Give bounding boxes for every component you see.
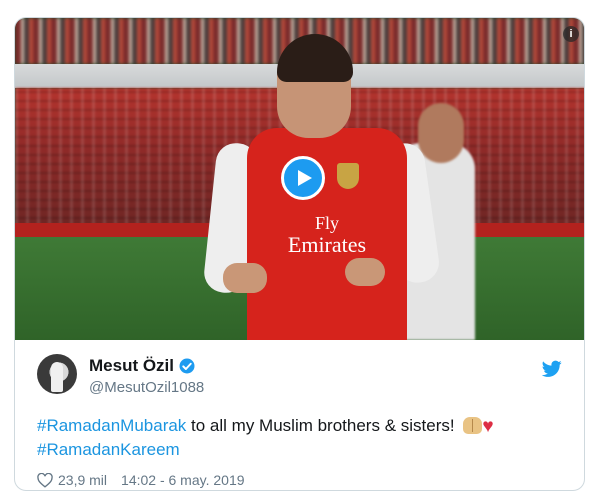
tweet-meta: 23,9 mil 14:02 - 6 may. 2019 — [37, 472, 245, 488]
jersey-sponsor: Fly Emirates — [247, 214, 407, 256]
avatar-figure — [51, 362, 63, 392]
folded-hands-emoji-icon — [463, 417, 483, 434]
hashtag-ramadan-mubarak[interactable]: #RamadanMubarak — [37, 416, 186, 435]
player-left-hand — [223, 263, 267, 293]
video-thumbnail[interactable]: Fly Emirates i — [15, 18, 584, 340]
author-display-name[interactable]: Mesut Özil — [89, 356, 174, 376]
club-crest — [337, 163, 359, 189]
avatar[interactable] — [37, 354, 77, 394]
tweet-body-text: to all my Muslim brothers & sisters! — [186, 416, 460, 435]
player-right-hand — [345, 258, 385, 286]
red-heart-emoji-icon: ♥ — [482, 416, 494, 437]
tweet-author[interactable]: Mesut Özil @MesutOzil1088 — [37, 354, 557, 398]
like-count[interactable]: 23,9 mil — [58, 472, 107, 488]
sponsor-line-1: Fly — [314, 213, 339, 233]
author-handle[interactable]: @MesutOzil1088 — [89, 379, 204, 396]
play-button[interactable] — [281, 156, 325, 200]
embedded-tweet-card[interactable]: Fly Emirates i Mesut Özil @MesutOzil1088 — [14, 17, 585, 491]
twitter-bird-icon[interactable] — [542, 360, 562, 378]
info-icon[interactable]: i — [563, 26, 579, 42]
author-display-name-row[interactable]: Mesut Özil — [89, 356, 196, 376]
tweet-text: #RamadanMubarak to all my Muslim brother… — [37, 414, 567, 461]
tweet-timestamp[interactable]: 14:02 - 6 may. 2019 — [121, 472, 244, 488]
hashtag-ramadan-kareem[interactable]: #RamadanKareem — [37, 440, 180, 459]
verified-badge-icon — [179, 358, 195, 374]
background-player-head — [418, 103, 464, 163]
heart-outline-icon[interactable] — [37, 472, 53, 488]
play-icon — [297, 170, 312, 186]
sponsor-line-2: Emirates — [287, 231, 367, 257]
